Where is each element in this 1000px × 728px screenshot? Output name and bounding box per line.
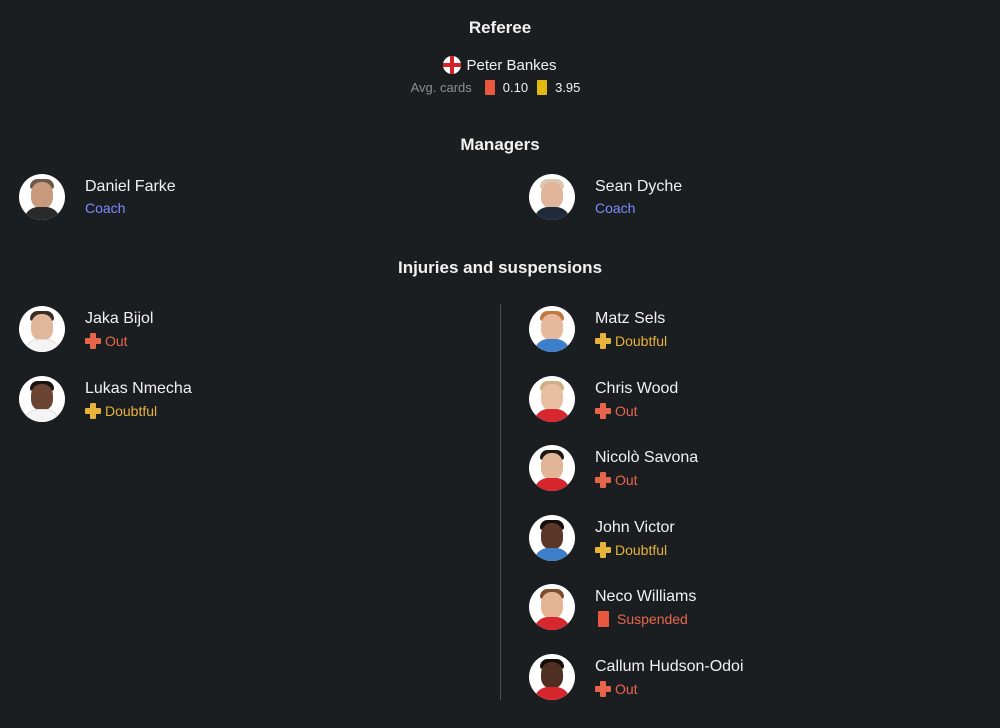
manager-home-avatar	[19, 174, 65, 220]
status-label: Doubtful	[105, 403, 158, 419]
status-label: Out	[615, 472, 638, 488]
injury-away-3[interactable]: Nicolò Savona Out	[529, 445, 698, 491]
player-avatar	[529, 515, 575, 561]
injury-away-6[interactable]: Callum Hudson-Odoi Out	[529, 654, 744, 700]
player-name: Nicolò Savona	[595, 449, 699, 466]
injury-cross-icon	[85, 333, 101, 349]
manager-away-avatar	[529, 174, 575, 220]
status-badge: Suspended	[595, 609, 696, 629]
injury-away-4[interactable]: John Victor Doubtful	[529, 515, 675, 561]
injury-away-1[interactable]: Matz Sels Doubtful	[529, 306, 667, 352]
player-avatar	[529, 376, 575, 422]
red-card-avg: 0.10	[502, 80, 529, 95]
injury-cross-icon	[595, 472, 611, 488]
status-label: Out	[615, 681, 638, 697]
status-badge: Doubtful	[85, 401, 192, 421]
injury-home-2[interactable]: Lukas Nmecha Doubtful	[19, 376, 192, 422]
status-label: Suspended	[617, 611, 688, 627]
injury-away-2[interactable]: Chris Wood Out	[529, 376, 678, 422]
injury-cross-icon	[595, 403, 611, 419]
red-card-icon	[598, 611, 609, 627]
player-avatar	[529, 306, 575, 352]
player-name: Jaka Bijol	[85, 310, 154, 327]
yellow-card-avg: 3.95	[555, 80, 581, 95]
status-label: Out	[105, 333, 128, 349]
player-name: Chris Wood	[595, 380, 679, 397]
player-avatar	[529, 584, 575, 630]
referee-section-title: Referee	[468, 18, 532, 37]
player-name: Callum Hudson-Odoi	[595, 658, 744, 675]
status-label: Doubtful	[615, 542, 668, 558]
status-badge: Out	[595, 401, 678, 421]
column-divider	[500, 304, 501, 700]
player-avatar	[529, 445, 575, 491]
manager-away[interactable]: Sean Dyche Coach	[529, 174, 682, 220]
player-avatar	[19, 376, 65, 422]
referee-row[interactable]: Peter Bankes	[0, 56, 1000, 74]
player-name: Matz Sels	[595, 310, 666, 327]
player-name: Neco Williams	[595, 588, 697, 605]
status-label: Out	[615, 403, 638, 419]
player-name: Lukas Nmecha	[85, 380, 192, 397]
status-badge: Out	[595, 470, 698, 490]
status-badge: Doubtful	[595, 331, 667, 351]
injury-cross-icon	[595, 333, 611, 349]
injury-cross-icon	[595, 681, 611, 697]
yellow-card-icon	[537, 80, 548, 95]
injury-cross-icon	[85, 403, 101, 419]
injuries-section-title: Injuries and suspensions	[397, 258, 603, 277]
referee-name[interactable]: Peter Bankes	[466, 57, 556, 74]
manager-away-name: Sean Dyche	[595, 178, 683, 195]
managers-section-title: Managers	[460, 135, 540, 154]
status-badge: Doubtful	[595, 540, 675, 560]
referee-avg-cards: Avg. cards 0.10 3.95	[0, 80, 1000, 95]
injury-away-5[interactable]: Neco Williams Suspended	[529, 584, 696, 630]
status-badge: Out	[595, 679, 744, 699]
status-label: Doubtful	[615, 333, 668, 349]
injury-cross-icon	[595, 542, 611, 558]
avg-cards-label: Avg. cards	[410, 80, 472, 95]
england-flag-icon	[443, 56, 462, 74]
status-badge: Out	[85, 331, 153, 351]
manager-home[interactable]: Daniel Farke Coach	[19, 174, 176, 220]
manager-home-name: Daniel Farke	[85, 178, 176, 195]
red-card-icon	[484, 80, 495, 95]
manager-away-role: Coach	[595, 200, 636, 216]
injury-home-1[interactable]: Jaka Bijol Out	[19, 306, 153, 352]
manager-home-role: Coach	[85, 200, 126, 216]
match-info-panel: Referee Peter Bankes Avg. cards 0.10 3.9…	[0, 0, 1000, 728]
player-avatar	[19, 306, 65, 352]
player-avatar	[529, 654, 575, 700]
player-name: John Victor	[595, 519, 675, 536]
